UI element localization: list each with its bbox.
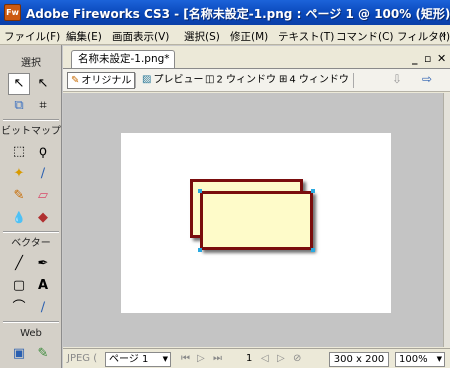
rectangle-shape-front[interactable] (200, 191, 313, 250)
section-divider (3, 119, 59, 121)
subselect-icon[interactable]: ↖ (32, 73, 54, 95)
two-window-icon: ◫ (205, 74, 215, 85)
document-canvas[interactable] (121, 133, 391, 313)
page-select[interactable]: ページ 1 ▼ (105, 352, 171, 367)
first-frame-icon[interactable]: ⏮ (181, 352, 190, 367)
zoom-select-value: 100% (399, 354, 428, 365)
menu-select[interactable]: 選択(S) (184, 29, 220, 44)
title-bar: Fw Adobe Fireworks CS3 - [名称未設定-1.png : … (0, 0, 450, 25)
file-format-label: JPEG ( (67, 353, 98, 364)
window-title: Adobe Fireworks CS3 - [名称未設定-1.png : ページ… (26, 7, 450, 21)
section-label-vector: ベクター (11, 238, 51, 249)
quick-export-disabled-icon: ⇩ (392, 72, 403, 86)
menu-text[interactable]: テキスト(T) (278, 29, 334, 44)
restore-icon[interactable]: ▫ (424, 52, 431, 65)
marquee-icon[interactable]: ⬚ (8, 141, 30, 163)
scale-icon[interactable]: ⧉ (8, 95, 30, 117)
view-original-label: オリジナル (81, 75, 132, 87)
canvas-area[interactable] (63, 93, 443, 347)
four-window-icon: ⊞ (279, 74, 288, 85)
slice-icon[interactable]: ✎ (32, 343, 54, 365)
selection-handle-top-right[interactable] (311, 189, 315, 193)
toolbar-divider (135, 73, 136, 88)
section-label-bitmap: ビットマップ (1, 126, 61, 137)
view-2up-button[interactable]: ◫ 2 ウィンドウ (202, 72, 279, 89)
next-frame-icon[interactable]: ▷ (277, 352, 285, 367)
view-4up-label: 4 ウィンドウ (289, 74, 349, 86)
tools-panel: 選択 ↖ ↖ ⧉ ⌗ ビットマップ ⬚ ϙ ✦ ∕ ✎ ▱ 💧 ◆ ベクター ╱… (0, 45, 62, 368)
chevron-down-icon: ▼ (436, 355, 442, 363)
section-divider (3, 321, 59, 323)
vertical-scrollbar[interactable] (443, 93, 450, 347)
hotspot-icon[interactable]: ▣ (8, 343, 30, 365)
brush-icon[interactable]: ∕ (32, 163, 54, 185)
page-select-value: ページ 1 (109, 354, 149, 365)
menu-modify[interactable]: 修正(M) (230, 29, 268, 44)
document-window: 名称未設定-1.png* _ ▫ ✕ ✎ オリジナル ▨ プレビュー ◫ 2 ウィンド… (63, 46, 450, 368)
close-icon[interactable]: ✕ (437, 52, 446, 65)
view-4up-button[interactable]: ⊞ 4 ウィンドウ (276, 72, 352, 89)
section-label-web: Web (20, 328, 42, 339)
rectangle-icon[interactable]: ▢ (8, 275, 30, 297)
menu-more-chevron-icon[interactable]: » (440, 29, 446, 41)
canvas-size-readout[interactable]: 300 x 200 (329, 352, 389, 367)
play-icon[interactable]: ▷ (197, 352, 205, 367)
blur-icon[interactable]: 💧 (8, 207, 30, 229)
pencil-icon: ✎ (71, 75, 80, 86)
text-tool-icon[interactable]: A (32, 275, 54, 297)
stop-icon[interactable]: ⊘ (293, 352, 301, 367)
section-divider (3, 231, 59, 233)
magic-wand-icon[interactable]: ✦ (8, 163, 30, 185)
line-icon[interactable]: ╱ (8, 253, 30, 275)
fireworks-app-icon: Fw (4, 4, 21, 21)
chevron-down-icon: ▼ (162, 355, 168, 363)
minimize-icon[interactable]: _ (412, 52, 418, 65)
frame-number: 1 (246, 353, 253, 364)
pencil-icon[interactable]: ✎ (8, 185, 30, 207)
section-label-select: 選択 (21, 58, 41, 69)
status-bar: JPEG ( ページ 1 ▼ ⏮ ▷ ⏭ 1 ◁ ▷ ⊘ 300 x 200 1… (63, 348, 450, 368)
selection-handle-bottom-right[interactable] (311, 248, 315, 252)
selection-handle-top-left[interactable] (198, 189, 202, 193)
view-toolbar: ✎ オリジナル ▨ プレビュー ◫ 2 ウィンドウ ⊞ 4 ウィンドウ ⇩ ⇨ (63, 68, 450, 92)
menu-file[interactable]: ファイル(F) (4, 29, 60, 44)
view-preview-label: プレビュー (153, 74, 204, 86)
knife-icon[interactable]: ∕ (32, 297, 54, 319)
menu-commands[interactable]: コマンド(C) (336, 29, 394, 44)
last-frame-icon[interactable]: ⏭ (213, 352, 222, 367)
selection-handle-bottom-left[interactable] (198, 248, 202, 252)
view-original-button[interactable]: ✎ オリジナル (67, 72, 136, 89)
view-2up-label: 2 ウィンドウ (216, 74, 276, 86)
document-tab[interactable]: 名称未設定-1.png* (71, 50, 175, 68)
menu-edit[interactable]: 編集(E) (66, 29, 102, 44)
menu-bar: ファイル(F) 編集(E) 画面表示(V) 選択(S) 修正(M) テキスト(T… (0, 25, 450, 45)
crop-icon[interactable]: ⌗ (32, 95, 54, 117)
preview-icon: ▨ (142, 74, 152, 85)
view-preview-button[interactable]: ▨ プレビュー (139, 72, 206, 89)
export-icon[interactable]: ⇨ (419, 72, 435, 89)
toolbar-divider (353, 73, 354, 88)
prev-frame-icon[interactable]: ◁ (261, 352, 269, 367)
rubber-stamp-icon[interactable]: ◆ (32, 207, 54, 229)
zoom-select[interactable]: 100% ▼ (395, 352, 445, 367)
menu-view[interactable]: 画面表示(V) (112, 29, 169, 44)
freeform-icon[interactable]: ⌒ (8, 297, 30, 319)
pen-icon[interactable]: ✒ (32, 253, 54, 275)
pointer-icon[interactable]: ↖ (8, 73, 30, 95)
lasso-icon[interactable]: ϙ (32, 141, 54, 163)
eraser-icon[interactable]: ▱ (32, 185, 54, 207)
